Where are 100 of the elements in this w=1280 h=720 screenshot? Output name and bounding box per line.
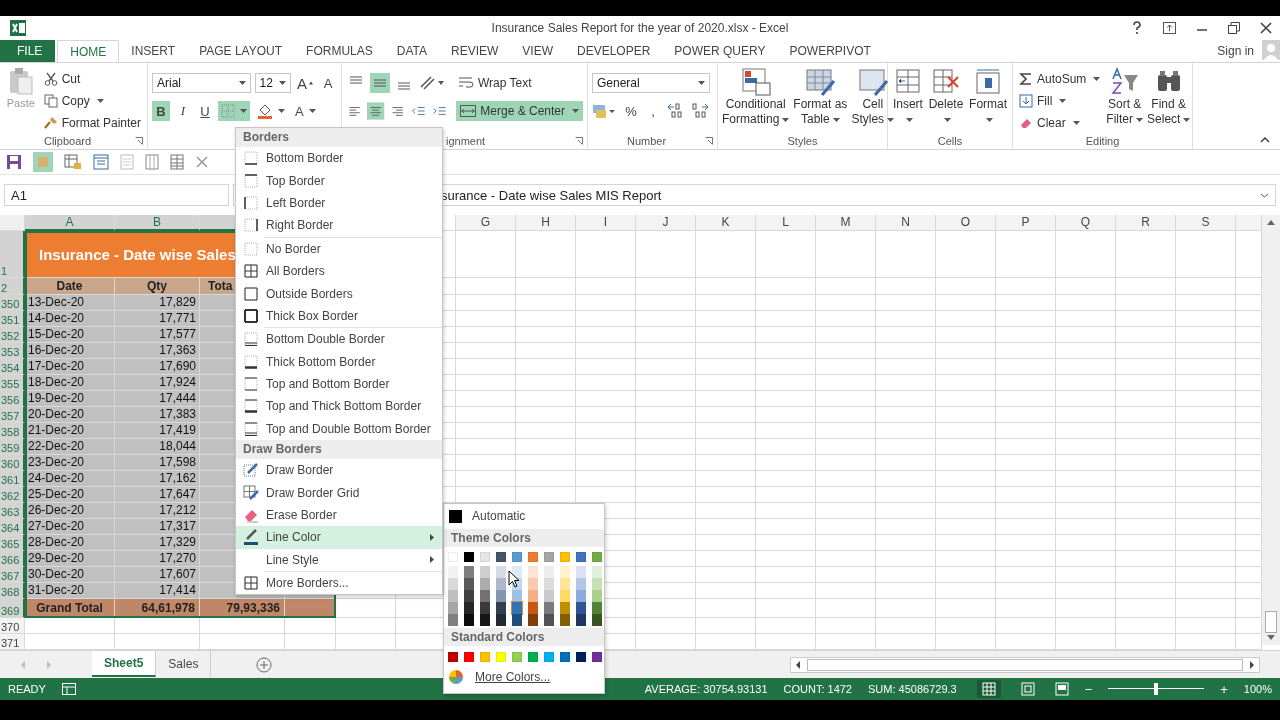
- row-number[interactable]: 363: [0, 503, 25, 519]
- italic-button[interactable]: I: [174, 101, 192, 121]
- sign-in-link[interactable]: Sign in: [1217, 40, 1254, 62]
- cells-button[interactable]: Format: [969, 67, 1008, 135]
- row-number[interactable]: 361: [0, 471, 25, 487]
- row-number[interactable]: 368: [0, 583, 25, 599]
- cells-button[interactable]: Insert: [892, 67, 923, 135]
- row-number[interactable]: 357: [0, 407, 25, 423]
- menu-item[interactable]: Draw Border: [236, 459, 442, 482]
- row-number[interactable]: 350: [0, 295, 25, 311]
- row-number[interactable]: 365: [0, 535, 25, 551]
- menu-item[interactable]: Thick Box Border: [236, 304, 442, 328]
- sheet-tab[interactable]: Sheet5: [92, 651, 157, 677]
- cut-button[interactable]: Cut: [41, 69, 143, 88]
- ribbon-tab[interactable]: DATA: [384, 40, 439, 62]
- menu-item[interactable]: Bottom Double Border: [236, 328, 442, 351]
- styles-button[interactable]: Format as Table: [793, 67, 848, 135]
- row-number[interactable]: 362: [0, 487, 25, 503]
- fill-button[interactable]: Fill: [1017, 91, 1103, 110]
- palette-section-title: Theme Colors: [444, 529, 604, 547]
- column-header[interactable]: L: [756, 215, 816, 231]
- row-number[interactable]: 359: [0, 439, 25, 455]
- menu-item[interactable]: Top and Double Bottom Border: [236, 417, 442, 441]
- zoom-percent[interactable]: 100%: [1243, 683, 1272, 695]
- wrap-text-button[interactable]: Wrap Text: [456, 73, 534, 93]
- menu-item[interactable]: Bottom Border: [236, 147, 442, 170]
- name-box[interactable]: A1: [4, 184, 229, 206]
- styles-button[interactable]: Cell Styles: [851, 67, 895, 135]
- row-number[interactable]: 370: [0, 618, 25, 634]
- more-colors-option[interactable]: More Colors...: [444, 666, 604, 688]
- comma-button[interactable]: ,: [644, 101, 662, 121]
- column-header[interactable]: G: [456, 215, 516, 231]
- menu-item[interactable]: Erase Border: [236, 503, 442, 527]
- ribbon-tab[interactable]: INSERT: [119, 40, 188, 62]
- column-header[interactable]: R: [1116, 215, 1176, 231]
- ribbon-tab[interactable]: DEVELOPER: [565, 40, 663, 62]
- cells-button[interactable]: Delete: [928, 67, 964, 135]
- row-number[interactable]: 354: [0, 359, 25, 375]
- menu-item[interactable]: Draw Border Grid: [236, 481, 442, 504]
- merge-center-button[interactable]: Merge & Center: [456, 101, 584, 121]
- font-color-button[interactable]: A: [292, 101, 319, 121]
- sort-filter-button[interactable]: Sort & Filter: [1106, 67, 1144, 135]
- ribbon-tab[interactable]: VIEW: [510, 40, 565, 62]
- ribbon-tab[interactable]: HOME: [57, 40, 120, 62]
- menu-item[interactable]: Thick Bottom Border: [236, 350, 442, 373]
- row-number[interactable]: 369: [0, 599, 25, 618]
- row-number[interactable]: 356: [0, 391, 25, 407]
- format-painter-button[interactable]: Format Painter: [41, 113, 143, 132]
- zoom-out-button[interactable]: −: [1084, 681, 1093, 697]
- row-number[interactable]: 364: [0, 519, 25, 535]
- column-header[interactable]: I: [576, 215, 636, 231]
- ribbon-tab[interactable]: REVIEW: [439, 40, 511, 62]
- styles-button[interactable]: Conditional Formatting: [722, 67, 790, 135]
- row-number[interactable]: 366: [0, 551, 25, 567]
- menu-item[interactable]: Line Style: [236, 548, 442, 572]
- font-size-dropdown[interactable]: 12: [254, 73, 291, 93]
- column-header[interactable]: N: [876, 215, 936, 231]
- row-number[interactable]: 1: [0, 231, 25, 278]
- zoom-in-button[interactable]: +: [1220, 681, 1228, 697]
- autosum-button[interactable]: AutoSum: [1017, 69, 1103, 88]
- clear-button[interactable]: Clear: [1017, 113, 1103, 132]
- automatic-color-option[interactable]: Automatic: [444, 505, 604, 527]
- shrink-font-button[interactable]: A: [319, 73, 337, 93]
- row-number[interactable]: 371: [0, 634, 25, 650]
- menu-item[interactable]: Line Color: [236, 526, 442, 549]
- copy-button[interactable]: Copy: [41, 91, 143, 110]
- grow-font-button[interactable]: A: [294, 73, 315, 93]
- sheet-tab[interactable]: Sales: [156, 651, 212, 677]
- percent-button[interactable]: %: [622, 101, 640, 121]
- column-header[interactable]: J: [636, 215, 696, 231]
- ribbon-tab[interactable]: FORMULAS: [294, 40, 385, 62]
- column-header[interactable]: S: [1176, 215, 1236, 231]
- row-number[interactable]: 352: [0, 327, 25, 343]
- underline-button[interactable]: U: [196, 101, 214, 121]
- row-number[interactable]: 2: [0, 278, 25, 295]
- font-name-dropdown[interactable]: Arial: [152, 73, 251, 93]
- row-number[interactable]: 358: [0, 423, 25, 439]
- bold-button[interactable]: B: [152, 101, 170, 121]
- number-format-dropdown[interactable]: General: [592, 73, 710, 93]
- row-number[interactable]: 367: [0, 567, 25, 583]
- column-header[interactable]: M: [816, 215, 876, 231]
- column-header[interactable]: H: [516, 215, 576, 231]
- ribbon-tab[interactable]: POWER QUERY: [662, 40, 778, 62]
- column-header[interactable]: Q: [1056, 215, 1116, 231]
- row-number[interactable]: 355: [0, 375, 25, 391]
- ribbon-tab[interactable]: PAGE LAYOUT: [187, 40, 295, 62]
- row-number[interactable]: 353: [0, 343, 25, 359]
- column-header[interactable]: P: [996, 215, 1056, 231]
- find-select-button[interactable]: Find & Select: [1147, 67, 1191, 135]
- file-tab[interactable]: FILE: [0, 40, 56, 62]
- column-header[interactable]: K: [696, 215, 756, 231]
- column-header[interactable]: B: [115, 215, 200, 231]
- menu-item[interactable]: More Borders...: [236, 572, 442, 595]
- ribbon-tab[interactable]: POWERPIVOT: [777, 40, 883, 62]
- row-number[interactable]: 360: [0, 455, 25, 471]
- column-header[interactable]: A: [25, 215, 115, 231]
- menu-item[interactable]: Top and Thick Bottom Border: [236, 395, 442, 418]
- column-header[interactable]: O: [936, 215, 996, 231]
- row-number[interactable]: 351: [0, 311, 25, 327]
- menu-item[interactable]: Top and Bottom Border: [236, 372, 442, 396]
